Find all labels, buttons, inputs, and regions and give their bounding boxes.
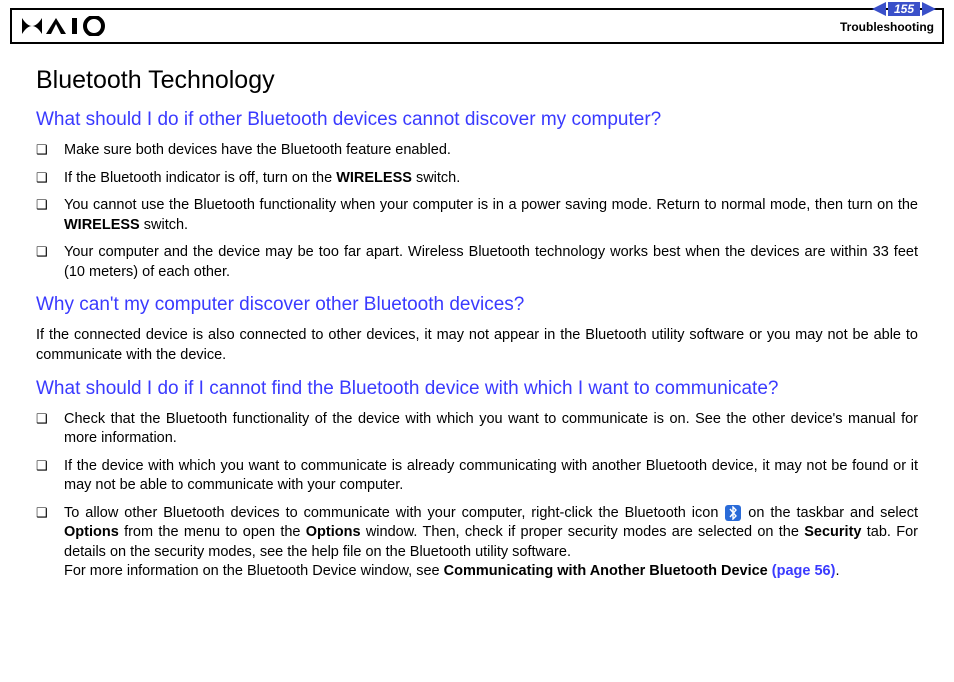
section-label: Troubleshooting [840,21,934,33]
prev-page-arrow-icon[interactable] [872,2,886,16]
list-item: Make sure both devices have the Bluetoot… [36,141,918,161]
list-item: If the Bluetooth indicator is off, turn … [36,169,918,189]
content-area: Bluetooth Technology What should I do if… [0,44,954,602]
vaio-logo [22,16,114,36]
list-item: Check that the Bluetooth functionality o… [36,410,918,449]
main-title: Bluetooth Technology [36,66,918,95]
q2-heading: Why can't my computer discover other Blu… [36,294,918,316]
list-item: You cannot use the Bluetooth functionali… [36,196,918,235]
page-link[interactable]: (page 56) [772,563,836,579]
q3-heading: What should I do if I cannot find the Bl… [36,378,918,400]
list-item: Your computer and the device may be too … [36,243,918,282]
page-number: 155 [888,2,920,16]
next-page-arrow-icon[interactable] [922,2,936,16]
list-item: If the device with which you want to com… [36,457,918,496]
q3-list: Check that the Bluetooth functionality o… [36,410,918,583]
q1-heading: What should I do if other Bluetooth devi… [36,109,918,131]
page-nav: 155 [872,2,936,16]
page-header: 155 Troubleshooting [10,8,944,44]
list-item: To allow other Bluetooth devices to comm… [36,504,918,582]
bluetooth-icon [725,505,741,521]
q2-para: If the connected device is also connecte… [36,326,918,365]
q1-list: Make sure both devices have the Bluetoot… [36,141,918,282]
